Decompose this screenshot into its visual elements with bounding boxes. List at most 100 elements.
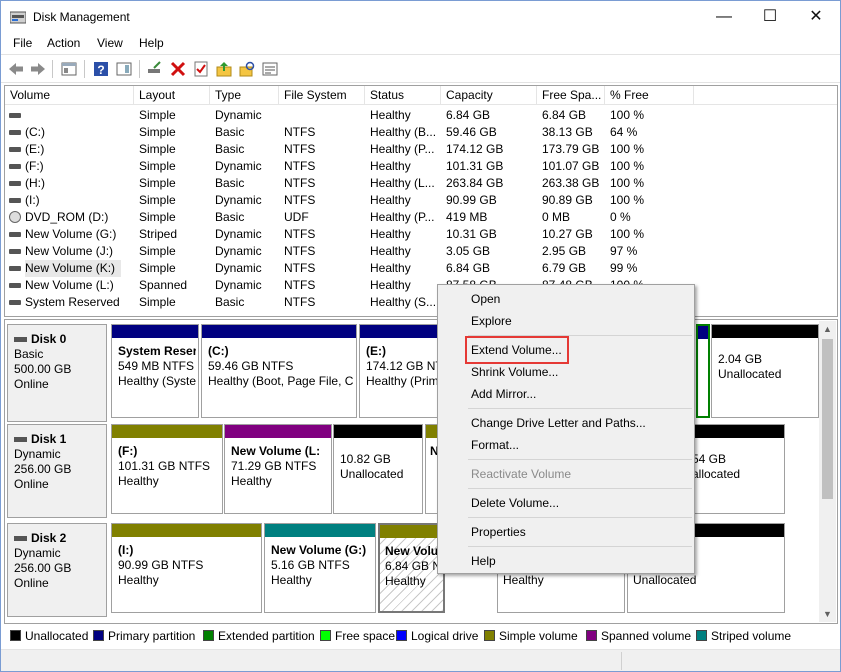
- cell-layout: Simple: [139, 295, 176, 309]
- partition-title: New Volu: [385, 544, 439, 558]
- show-hide-pane-icon[interactable]: [115, 60, 133, 78]
- partition-g[interactable]: New Volume (G:) 5.16 GB NTFS Healthy: [264, 523, 376, 613]
- menu-delete-volume[interactable]: Delete Volume...: [471, 496, 559, 510]
- menu-format[interactable]: Format...: [471, 438, 519, 452]
- partition-status: Healthy: [271, 573, 312, 587]
- drive-icon: [9, 147, 21, 152]
- help-icon[interactable]: ?: [92, 60, 110, 78]
- forward-arrow-icon[interactable]: [29, 60, 47, 78]
- partition-i[interactable]: (I:) 90.99 GB NTFS Healthy: [111, 523, 262, 613]
- cell-status: Healthy (P...: [370, 142, 435, 156]
- partition-unallocated-disk1[interactable]: 10.82 GB Unallocated: [333, 424, 423, 514]
- menu-view[interactable]: View: [97, 36, 123, 50]
- cell-volume: (C:): [25, 125, 45, 139]
- legend-swatch: [396, 630, 407, 641]
- volume-row[interactable]: DVD_ROM (D:) Simple Basic UDF Healthy (P... 4…: [5, 209, 837, 226]
- partition-c[interactable]: (C:) 59.46 GB NTFS Healthy (Boot, Page Fil…: [201, 324, 357, 418]
- scroll-down-arrow-icon[interactable]: ▼: [819, 606, 836, 622]
- cell-volume: [25, 107, 135, 124]
- column-header-file-system[interactable]: File System: [279, 86, 365, 105]
- cell-volume: DVD_ROM (D:): [25, 210, 109, 224]
- cell-capacity: 10.31 GB: [446, 227, 497, 241]
- minimize-button[interactable]: —: [701, 1, 747, 33]
- menu-change-drive-letter[interactable]: Change Drive Letter and Paths...: [471, 416, 646, 430]
- disk-1-label[interactable]: Disk 1 Dynamic 256.00 GB Online: [7, 424, 107, 518]
- delete-x-icon[interactable]: [169, 60, 187, 78]
- volume-row[interactable]: System Reserved Simple Basic NTFS Healthy (S…: [5, 294, 837, 311]
- back-arrow-icon[interactable]: [7, 60, 25, 78]
- cell-capacity: 90.99 GB: [446, 193, 497, 207]
- partition-k-selected[interactable]: New Volu 6.84 GB N Healthy: [378, 523, 445, 613]
- volume-row[interactable]: New Volume (L:) Spanned Dynamic NTFS Healthy…: [5, 277, 837, 294]
- disk-pane-scrollbar[interactable]: ▲ ▼: [819, 321, 836, 622]
- partition-type-bar: [112, 325, 198, 338]
- legend: Unallocated Primary partition Extended p…: [4, 625, 838, 647]
- partition-f[interactable]: (F:) 101.31 GB NTFS Healthy: [111, 424, 223, 514]
- cell-type: Dynamic: [215, 278, 262, 292]
- legend-spanned: Spanned volume: [586, 629, 691, 643]
- partition-e[interactable]: (E:)174.12 GB NTFSHealthy (Prim: [359, 324, 445, 418]
- volume-row[interactable]: New Volume (J:) Simple Dynamic NTFS Healthy 3…: [5, 243, 837, 260]
- partition-unallocated-disk1-right[interactable]: 54 GB allocated: [687, 424, 785, 514]
- up-folder-icon[interactable]: [215, 60, 233, 78]
- menu-action[interactable]: Action: [47, 36, 80, 50]
- cell-capacity: 263.84 GB: [446, 176, 504, 190]
- menu-separator: [468, 546, 692, 547]
- extended-partition[interactable]: [696, 324, 710, 418]
- volume-row[interactable]: (H:) Simple Basic NTFS Healthy (L... 263.84 G…: [5, 175, 837, 192]
- column-header-status[interactable]: Status: [365, 86, 441, 105]
- partition-title: System Reser: [118, 344, 196, 358]
- cell-capacity: 101.31 GB: [446, 159, 504, 173]
- menu-explore[interactable]: Explore: [471, 314, 512, 328]
- scrollbar-thumb[interactable]: [822, 339, 833, 499]
- volume-row[interactable]: Simple Dynamic Healthy 6.84 GB 6.84 GB 100 %: [5, 107, 837, 124]
- cell-type: Dynamic: [215, 227, 262, 241]
- status-bar-divider: [621, 652, 622, 670]
- partition-title: (I:): [118, 543, 134, 557]
- partition-status: allocated: [692, 467, 741, 481]
- partition-l[interactable]: New Volume (L: 71.29 GB NTFS Healthy: [224, 424, 332, 514]
- menu-help[interactable]: Help: [139, 36, 164, 50]
- disk-2-label[interactable]: Disk 2 Dynamic 256.00 GB Online: [7, 523, 107, 617]
- partition-type-bar: [225, 425, 331, 438]
- partition-size: 101.31 GB NTFS: [118, 459, 211, 473]
- volume-row[interactable]: (E:) Simple Basic NTFS Healthy (P... 174.12 G…: [5, 141, 837, 158]
- cell-capacity: 419 MB: [446, 210, 488, 224]
- column-header-capacity[interactable]: Capacity: [441, 86, 537, 105]
- connect-drive-icon[interactable]: [146, 60, 164, 78]
- column-header-volume[interactable]: Volume: [5, 86, 134, 105]
- maximize-button[interactable]: ☐: [747, 1, 793, 33]
- scroll-up-arrow-icon[interactable]: ▲: [819, 321, 836, 337]
- close-button[interactable]: ✕: [793, 1, 839, 33]
- column-header-type[interactable]: Type: [210, 86, 279, 105]
- menu-help-item[interactable]: Help: [471, 554, 496, 568]
- settings-list-icon[interactable]: [261, 60, 279, 78]
- cell-type: Basic: [215, 125, 245, 139]
- console-tree-icon[interactable]: [60, 60, 78, 78]
- window-title: Disk Management: [33, 10, 130, 24]
- cell-free-space: 6.79 GB: [542, 261, 587, 275]
- disk-0-label[interactable]: Disk 0 Basic 500.00 GB Online: [7, 324, 107, 422]
- search-folder-icon[interactable]: [238, 60, 256, 78]
- volume-row[interactable]: New Volume (K:) Simple Dynamic NTFS Healthy 6…: [5, 260, 837, 277]
- partition-unallocated-disk0[interactable]: 2.04 GB Unallocated: [711, 324, 819, 418]
- menu-file[interactable]: File: [13, 36, 32, 50]
- partition-type-bar: [712, 325, 818, 338]
- partition-type-bar: [202, 325, 356, 338]
- column-header-percent-free[interactable]: % Free: [605, 86, 694, 105]
- column-header-layout[interactable]: Layout: [134, 86, 210, 105]
- menu-shrink-volume[interactable]: Shrink Volume...: [471, 365, 558, 379]
- volume-row[interactable]: (I:) Simple Dynamic NTFS Healthy 90.99 GB 90.8…: [5, 192, 837, 209]
- properties-check-icon[interactable]: [192, 60, 210, 78]
- partition-system-reserved[interactable]: System Reser 549 MB NTFS Healthy (Syste: [111, 324, 199, 418]
- volume-row[interactable]: (F:) Simple Dynamic NTFS Healthy 101.31 GB 101…: [5, 158, 837, 175]
- menu-properties[interactable]: Properties: [471, 525, 526, 539]
- disk-management-window: Disk Management — ☐ ✕ File Action View H…: [0, 0, 841, 672]
- volume-row[interactable]: (C:) Simple Basic NTFS Healthy (B... 59.46 GB…: [5, 124, 837, 141]
- cell-free-space: 173.79 GB: [542, 142, 600, 156]
- menu-add-mirror[interactable]: Add Mirror...: [471, 387, 536, 401]
- column-header-free-space[interactable]: Free Spa...: [537, 86, 605, 105]
- partition-size: 2.04 GB: [718, 352, 763, 366]
- volume-row[interactable]: New Volume (G:) Striped Dynamic NTFS Healthy…: [5, 226, 837, 243]
- menu-open[interactable]: Open: [471, 292, 500, 306]
